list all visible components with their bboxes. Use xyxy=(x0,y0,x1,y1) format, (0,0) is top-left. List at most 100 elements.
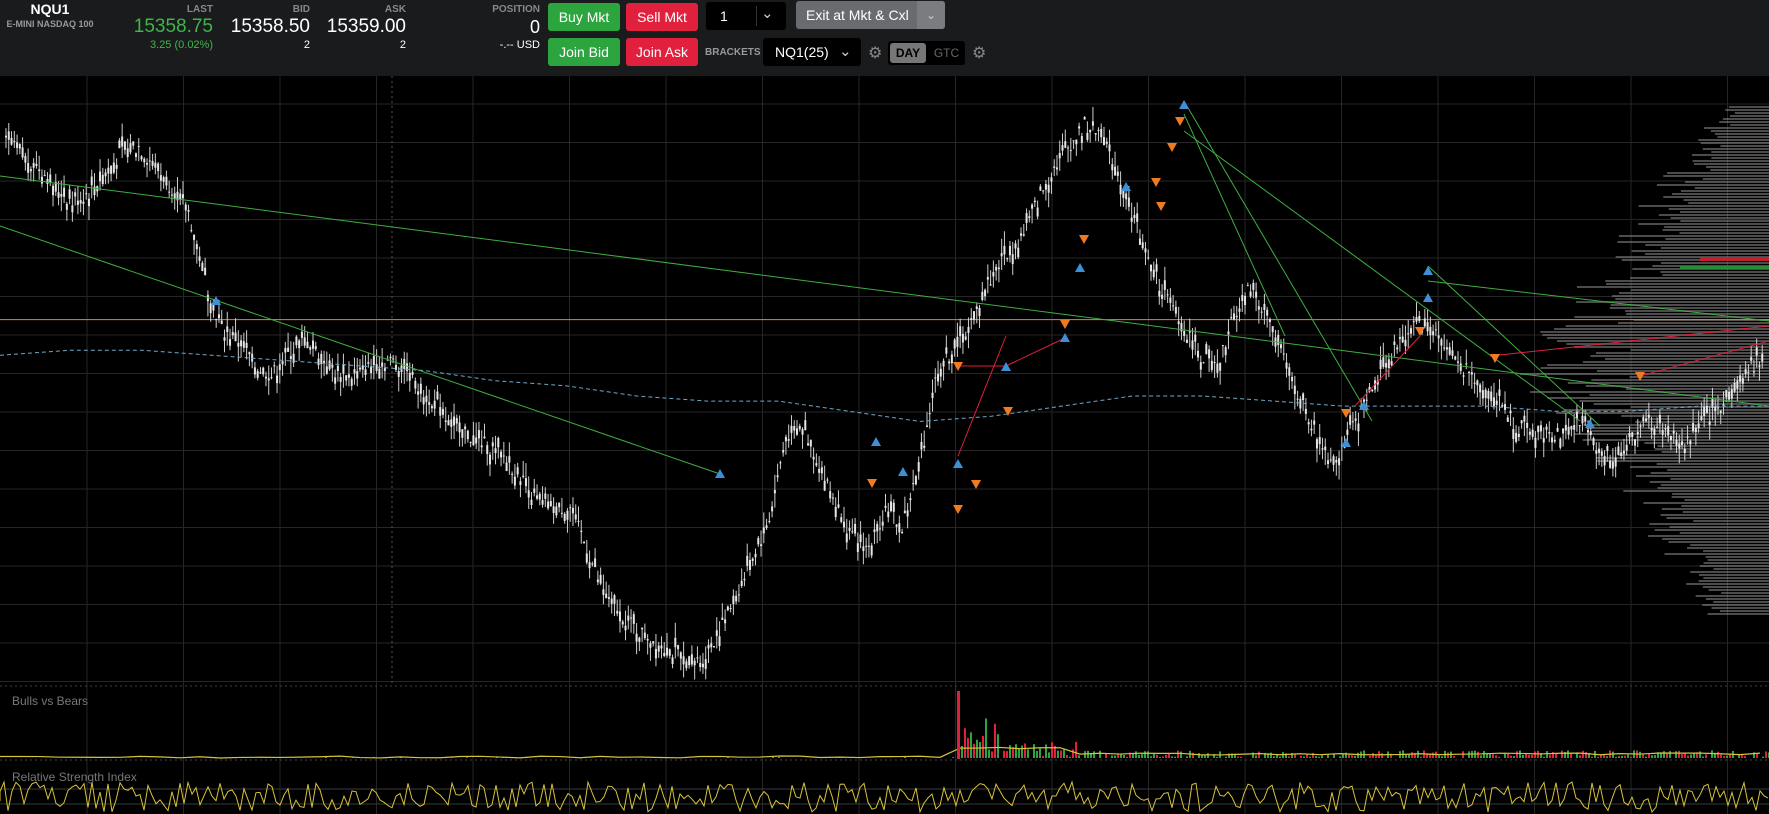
candle-body xyxy=(198,256,201,261)
candle-body xyxy=(201,262,204,272)
symbol-header[interactable]: NQU1 E-MINI NASDAQ 100 xyxy=(4,0,96,30)
candle-body xyxy=(901,531,904,533)
volume-profile-bar xyxy=(1556,340,1769,342)
candle-body xyxy=(1437,335,1440,339)
volume-profile-bar xyxy=(1707,559,1769,561)
candle-body xyxy=(60,194,63,197)
candle-body xyxy=(829,491,832,499)
candle-body xyxy=(959,326,962,337)
candle-body xyxy=(1346,429,1349,435)
volume-profile-bar xyxy=(1698,580,1769,582)
candle-body xyxy=(1694,427,1697,433)
bulls-bears-bar xyxy=(1648,753,1650,758)
candle-body xyxy=(807,443,810,446)
bulls-bears-bar xyxy=(982,735,984,758)
volume-profile-bar xyxy=(1618,235,1769,237)
candle-body xyxy=(278,364,281,371)
candle-body xyxy=(345,375,348,381)
chevron-down-icon[interactable]: ⌄ xyxy=(839,42,852,60)
join-ask-button[interactable]: Join Ask xyxy=(626,38,698,66)
sell-market-button[interactable]: Sell Mkt xyxy=(626,3,698,31)
candle-body xyxy=(24,155,27,163)
candle-body xyxy=(1020,233,1023,236)
volume-profile-bar xyxy=(1703,550,1769,552)
candle-body xyxy=(773,489,776,494)
candle-body xyxy=(762,527,765,534)
candle-body xyxy=(217,314,220,319)
volume-profile-bar xyxy=(1645,253,1769,255)
gear-icon[interactable]: ⚙ xyxy=(972,43,986,63)
candle-body xyxy=(16,142,19,148)
candle-body xyxy=(1736,380,1739,389)
candle-body xyxy=(1293,385,1296,395)
join-bid-button[interactable]: Join Bid xyxy=(548,38,620,66)
sell-marker xyxy=(867,479,877,488)
candle-body xyxy=(710,643,713,648)
candle-body xyxy=(159,175,162,181)
bulls-bears-bar xyxy=(1042,755,1044,758)
exit-at-market-cancel-button[interactable]: Exit at Mkt & Cxl ⌄ xyxy=(796,1,945,29)
candle-body xyxy=(1338,458,1341,466)
candle-body xyxy=(441,408,444,415)
chevron-down-icon[interactable]: ⌄ xyxy=(761,4,774,22)
candle-body xyxy=(890,501,893,512)
candle-body xyxy=(223,337,226,341)
candle-body xyxy=(1639,425,1642,427)
candle-body xyxy=(1703,406,1706,416)
volume-profile-bar xyxy=(1730,124,1769,126)
candle-body xyxy=(469,441,472,443)
candle-body xyxy=(502,455,505,457)
candle-body xyxy=(1349,415,1352,425)
candle-body xyxy=(1379,359,1382,370)
candle-body xyxy=(956,336,959,347)
candle-body xyxy=(378,368,381,379)
bulls-bears-bar xyxy=(1009,745,1011,758)
last-price: 15358.75 xyxy=(133,16,213,37)
candle-body xyxy=(1017,247,1020,258)
candle-body xyxy=(104,172,107,177)
candle-body xyxy=(1589,431,1592,435)
chevron-down-icon[interactable]: ⌄ xyxy=(917,1,945,29)
candle-body xyxy=(1003,245,1006,255)
candle-body xyxy=(35,163,38,166)
candle-body xyxy=(1761,353,1764,362)
candle-body xyxy=(79,200,82,204)
volume-profile-bar xyxy=(1666,517,1769,519)
gear-icon[interactable]: ⚙ xyxy=(868,43,882,63)
candle-body xyxy=(1097,129,1100,131)
price-chart[interactable] xyxy=(0,76,1769,814)
volume-profile-bar xyxy=(1592,430,1769,432)
time-in-force-toggle[interactable]: DAY GTC xyxy=(888,41,965,65)
candle-body xyxy=(1454,356,1457,360)
candle-body xyxy=(1083,116,1086,120)
candle-body xyxy=(1158,290,1161,297)
brackets-select[interactable]: NQ1(25) ⌄ xyxy=(763,38,861,66)
bulls-bears-bar xyxy=(1171,756,1173,758)
candle-body xyxy=(1573,425,1576,430)
candle-body xyxy=(530,499,533,506)
candle-body xyxy=(1042,190,1045,192)
bulls-vs-bears-title: Bulls vs Bears xyxy=(12,694,89,708)
candle-body xyxy=(82,201,85,204)
candles xyxy=(5,106,1764,680)
candle-body xyxy=(1667,426,1670,436)
candle-body xyxy=(621,621,624,625)
quantity-select[interactable]: 1 ⌄ xyxy=(706,2,786,30)
bulls-bears-bar xyxy=(1690,754,1692,758)
trend-line xyxy=(957,335,1007,457)
bulls-bears-bar xyxy=(772,756,774,758)
candle-body xyxy=(215,319,218,321)
candle-body xyxy=(259,372,262,374)
volume-profile-bar xyxy=(1687,547,1769,549)
tif-gtc-option[interactable]: GTC xyxy=(930,43,963,63)
buy-market-button[interactable]: Buy Mkt xyxy=(548,3,620,31)
tif-day-option[interactable]: DAY xyxy=(890,43,926,63)
bulls-bears-bar xyxy=(1357,752,1359,758)
candle-body xyxy=(237,342,240,347)
volume-profile-bar xyxy=(1605,280,1769,282)
candle-body xyxy=(193,234,196,240)
volume-profile-bar xyxy=(1679,532,1769,534)
volume-profile-bar xyxy=(1590,355,1769,357)
candle-body xyxy=(1741,378,1744,384)
bulls-bears-bar xyxy=(1078,755,1080,758)
